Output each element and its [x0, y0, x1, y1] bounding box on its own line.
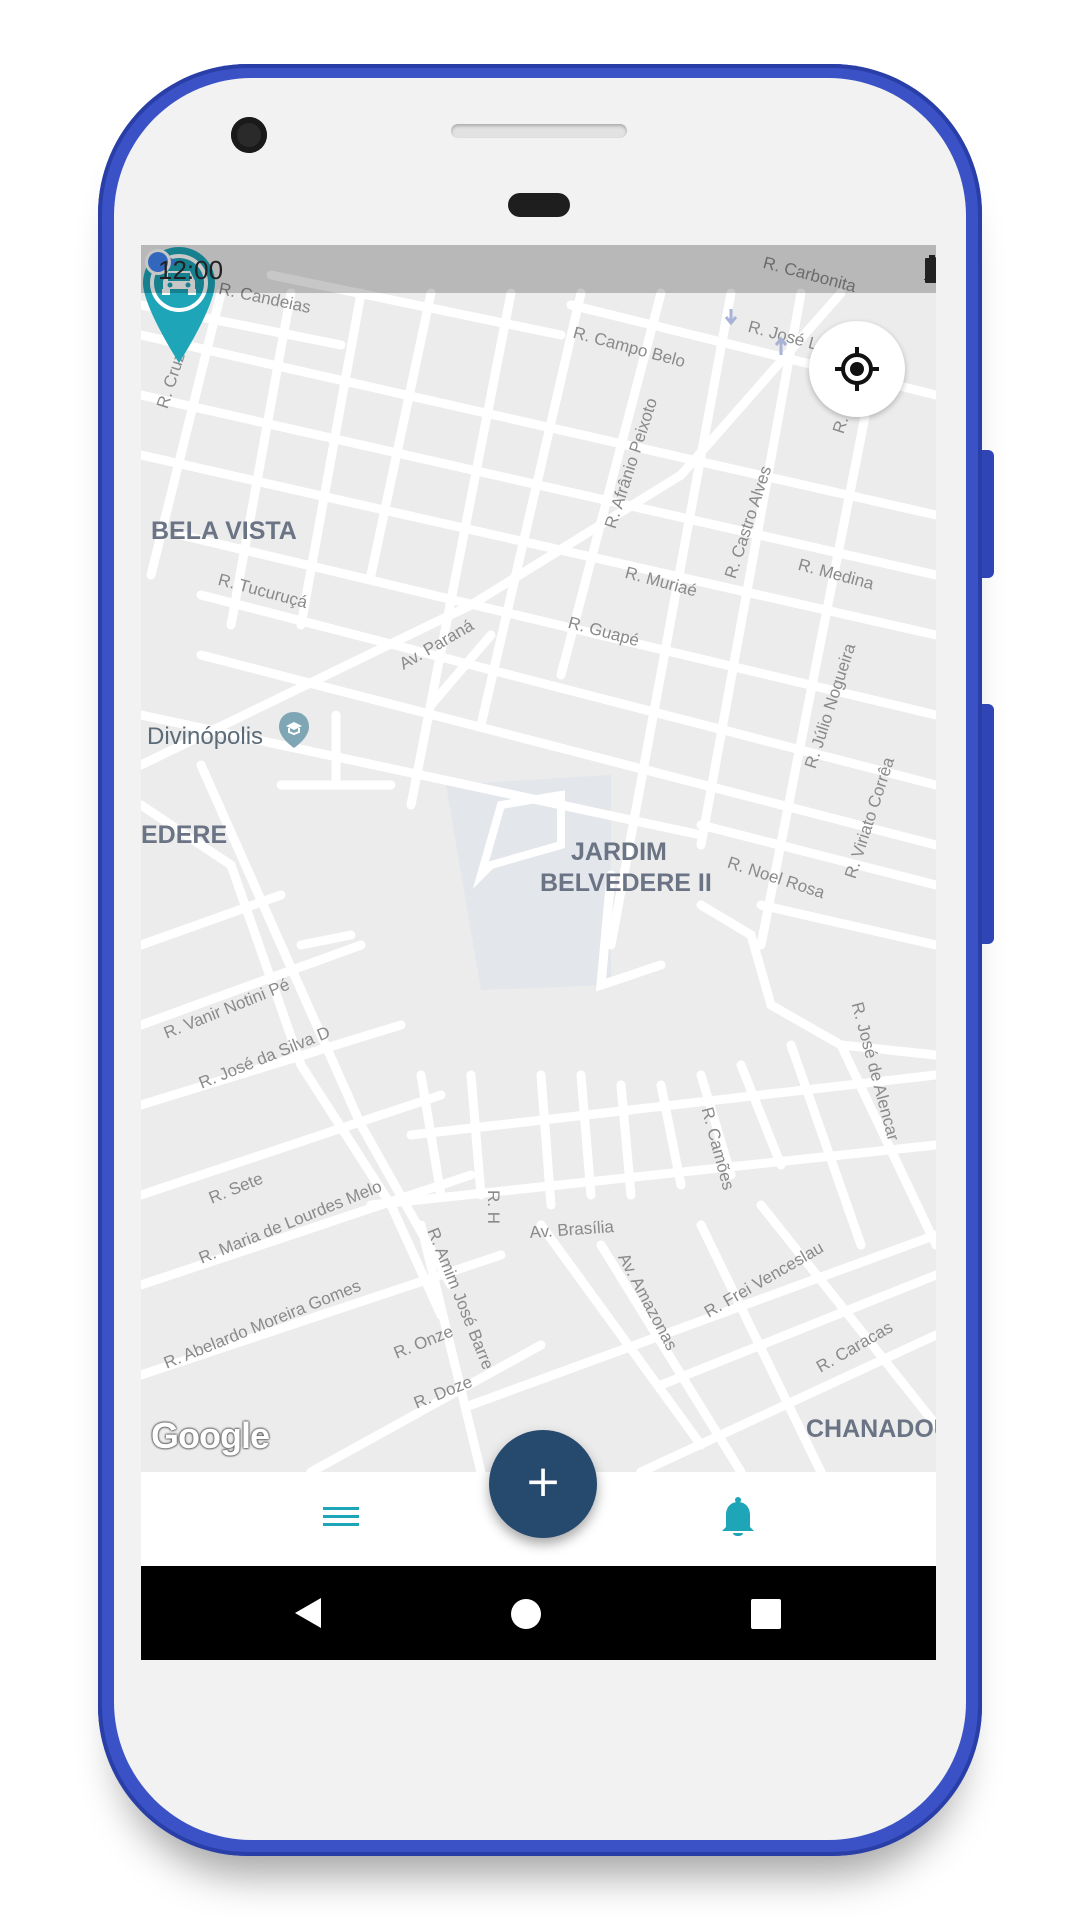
area-label: EDERE: [141, 821, 228, 849]
one-way-arrows: [724, 309, 788, 355]
android-nav-bar: [141, 1566, 936, 1660]
battery-icon: [925, 255, 936, 283]
poi-label[interactable]: Divinópolis: [147, 723, 263, 751]
nav-home-button[interactable]: [511, 1599, 541, 1629]
street-label: R. H: [484, 1190, 503, 1224]
my-location-button[interactable]: [809, 321, 905, 417]
volume-button: [982, 704, 994, 944]
earpiece: [508, 193, 570, 217]
status-time: 12:00: [158, 255, 224, 285]
power-button: [982, 450, 994, 578]
google-attribution: Google: [151, 1415, 270, 1456]
school-pin-icon[interactable]: [277, 710, 311, 750]
nav-back-button[interactable]: [293, 1596, 323, 1630]
area-label: BELVEDERE II: [540, 869, 712, 897]
nav-recents-button[interactable]: [751, 1599, 781, 1629]
map-view[interactable]: R. Candeias R. Cruz e Souza R. Campo Bel…: [141, 245, 936, 1472]
map-streets: [141, 270, 936, 1472]
front-camera: [231, 117, 267, 153]
menu-icon[interactable]: [321, 1501, 361, 1533]
my-location-icon: [835, 347, 879, 391]
area-label: CHANADOU: [806, 1415, 936, 1443]
bell-icon[interactable]: [718, 1495, 758, 1539]
screen: R. Candeias R. Cruz e Souza R. Campo Bel…: [141, 245, 936, 1660]
status-bar: 12:00: [141, 245, 936, 293]
top-speaker: [451, 124, 627, 138]
area-label: JARDIM: [571, 838, 667, 866]
area-label: BELA VISTA: [151, 517, 297, 545]
add-fab-button[interactable]: +: [489, 1430, 597, 1538]
